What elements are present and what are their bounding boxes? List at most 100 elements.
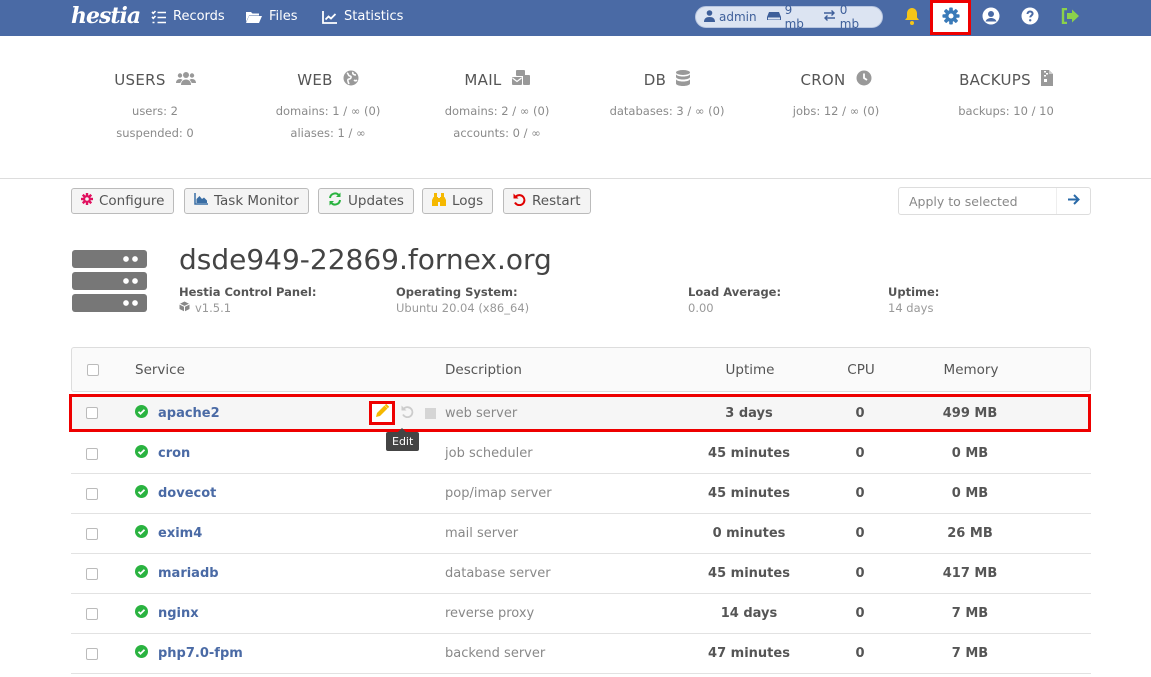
user-tie-icon <box>704 9 715 25</box>
stat-db-line: databases: 3 / ∞ (0) <box>609 104 725 118</box>
hestia-logo[interactable]: hestia <box>71 3 141 29</box>
updates-button[interactable]: Updates <box>318 188 414 214</box>
table-row[interactable]: nginx reverse proxy 14 days 0 7 MB <box>71 594 1091 634</box>
status-running-icon <box>135 485 148 502</box>
server-icon <box>72 250 147 316</box>
stat-web[interactable]: WEB domains: 1 / ∞ (0) aliases: 1 / ∞ <box>243 60 413 144</box>
stat-cron-line: jobs: 12 / ∞ (0) <box>792 104 880 118</box>
service-cpu: 0 <box>855 606 865 621</box>
service-description: web server <box>445 405 518 421</box>
service-memory: 7 MB <box>951 606 989 621</box>
header-uptime[interactable]: Uptime <box>700 348 800 391</box>
service-uptime: 14 days <box>720 606 778 621</box>
restart-button[interactable]: Restart <box>503 188 591 214</box>
table-row[interactable]: dovecot pop/imap server 45 minutes 0 0 M… <box>71 474 1091 514</box>
configure-button[interactable]: Configure <box>71 188 175 214</box>
bandwidth-segment: 0 mb <box>823 3 868 31</box>
service-memory: 499 MB <box>942 405 998 421</box>
stat-backups-line: backups: 10 / 10 <box>958 104 1054 118</box>
restart-label: Restart <box>532 193 581 209</box>
status-running-icon <box>135 525 148 542</box>
disk-usage: 9 mb <box>784 3 804 31</box>
service-name-link[interactable]: exim4 <box>158 526 202 541</box>
service-description: mail server <box>445 526 519 541</box>
bulk-action-select[interactable]: Apply to selected <box>898 187 1091 215</box>
table-row[interactable]: mariadb database server 45 minutes 0 417… <box>71 554 1091 594</box>
service-name-link[interactable]: dovecot <box>158 486 216 501</box>
database-icon <box>676 70 691 90</box>
status-running-icon <box>135 404 148 422</box>
nav-records[interactable]: Records <box>151 9 225 24</box>
gear-icon <box>941 6 960 29</box>
bandwidth-usage: 0 mb <box>839 3 860 31</box>
row-checkbox[interactable] <box>86 647 98 660</box>
nav-files[interactable]: Files <box>245 9 298 24</box>
status-running-icon <box>135 565 148 582</box>
stat-backups[interactable]: BACKUPS backups: 10 / 10 <box>921 60 1091 122</box>
row-checkbox[interactable] <box>86 567 98 580</box>
nav-statistics-label: Statistics <box>344 9 404 24</box>
stat-web-line: aliases: 1 / ∞ <box>290 126 366 140</box>
username: admin <box>719 10 757 24</box>
service-memory: 26 MB <box>947 526 993 541</box>
table-row[interactable]: apache2 web server 3 days 0 499 MB <box>69 394 1091 432</box>
row-checkbox[interactable] <box>86 527 98 540</box>
stat-mail[interactable]: MAIL domains: 2 / ∞ (0) accounts: 0 / ∞ <box>412 60 582 144</box>
stat-users-line: suspended: 0 <box>116 126 194 140</box>
user-circle-icon <box>982 7 1000 29</box>
binoculars-icon <box>432 192 446 210</box>
notifications-button[interactable] <box>901 7 923 29</box>
header-cpu[interactable]: CPU <box>821 348 901 391</box>
service-memory: 0 MB <box>951 446 989 461</box>
service-name-link[interactable]: php7.0-fpm <box>158 646 243 661</box>
bell-icon <box>904 7 920 29</box>
settings-button[interactable] <box>930 0 971 35</box>
logout-button[interactable] <box>1059 7 1081 29</box>
chart-area-icon <box>194 193 208 209</box>
info-load: Load Average: 0.00 <box>688 285 781 315</box>
service-memory: 417 MB <box>942 566 998 581</box>
header-service[interactable]: Service <box>135 348 185 391</box>
help-button[interactable] <box>1019 7 1041 29</box>
row-checkbox[interactable] <box>86 607 98 620</box>
row-checkbox[interactable] <box>86 487 98 500</box>
header-description[interactable]: Description <box>445 348 522 391</box>
table-header: Service Description Uptime CPU Memory <box>71 347 1091 392</box>
apply-submit-button[interactable] <box>1056 188 1090 214</box>
select-all-checkbox[interactable] <box>87 363 99 376</box>
info-os: Operating System: Ubuntu 20.04 (x86_64) <box>396 285 529 315</box>
user-summary-pill[interactable]: admin 9 mb 0 mb <box>695 3 883 31</box>
stat-users[interactable]: USERS users: 2 suspended: 0 <box>70 60 240 144</box>
table-row[interactable]: php7.0-fpm backend server 47 minutes 0 7… <box>71 634 1091 674</box>
file-archive-icon <box>1040 70 1053 90</box>
service-name-link[interactable]: nginx <box>158 606 199 621</box>
info-key: Uptime: <box>888 285 940 299</box>
apply-to-selected-select[interactable]: Apply to selected <box>899 194 1056 209</box>
stat-mail-line: accounts: 0 / ∞ <box>453 126 541 140</box>
edit-service-button[interactable] <box>369 401 395 425</box>
header-memory[interactable]: Memory <box>921 348 1021 391</box>
table-row[interactable]: cron job scheduler 45 minutes 0 0 MB <box>71 434 1091 474</box>
logs-button[interactable]: Logs <box>422 188 494 214</box>
service-name-link[interactable]: apache2 <box>158 406 220 421</box>
info-value: 0.00 <box>688 301 714 315</box>
service-description: backend server <box>445 646 546 661</box>
service-name-link[interactable]: mariadb <box>158 566 219 581</box>
task-monitor-button[interactable]: Task Monitor <box>184 188 309 214</box>
service-name-link[interactable]: cron <box>158 446 190 461</box>
table-row[interactable]: exim4 mail server 0 minutes 0 26 MB <box>71 514 1091 554</box>
stat-cron[interactable]: CRON jobs: 12 / ∞ (0) <box>751 60 921 122</box>
row-checkbox[interactable] <box>86 447 98 460</box>
stop-service-button[interactable] <box>425 407 436 419</box>
stat-users-title: USERS <box>114 71 166 89</box>
nav-statistics[interactable]: Statistics <box>322 9 403 24</box>
service-memory: 7 MB <box>951 646 989 661</box>
restart-service-button[interactable] <box>401 405 414 422</box>
service-description: pop/imap server <box>445 486 552 501</box>
arrow-right-icon <box>1067 193 1080 209</box>
info-key: Operating System: <box>396 285 518 299</box>
stat-db[interactable]: DB databases: 3 / ∞ (0) <box>582 60 752 122</box>
row-checkbox[interactable] <box>86 407 98 419</box>
nav-files-label: Files <box>269 9 298 24</box>
profile-button[interactable] <box>980 7 1002 29</box>
